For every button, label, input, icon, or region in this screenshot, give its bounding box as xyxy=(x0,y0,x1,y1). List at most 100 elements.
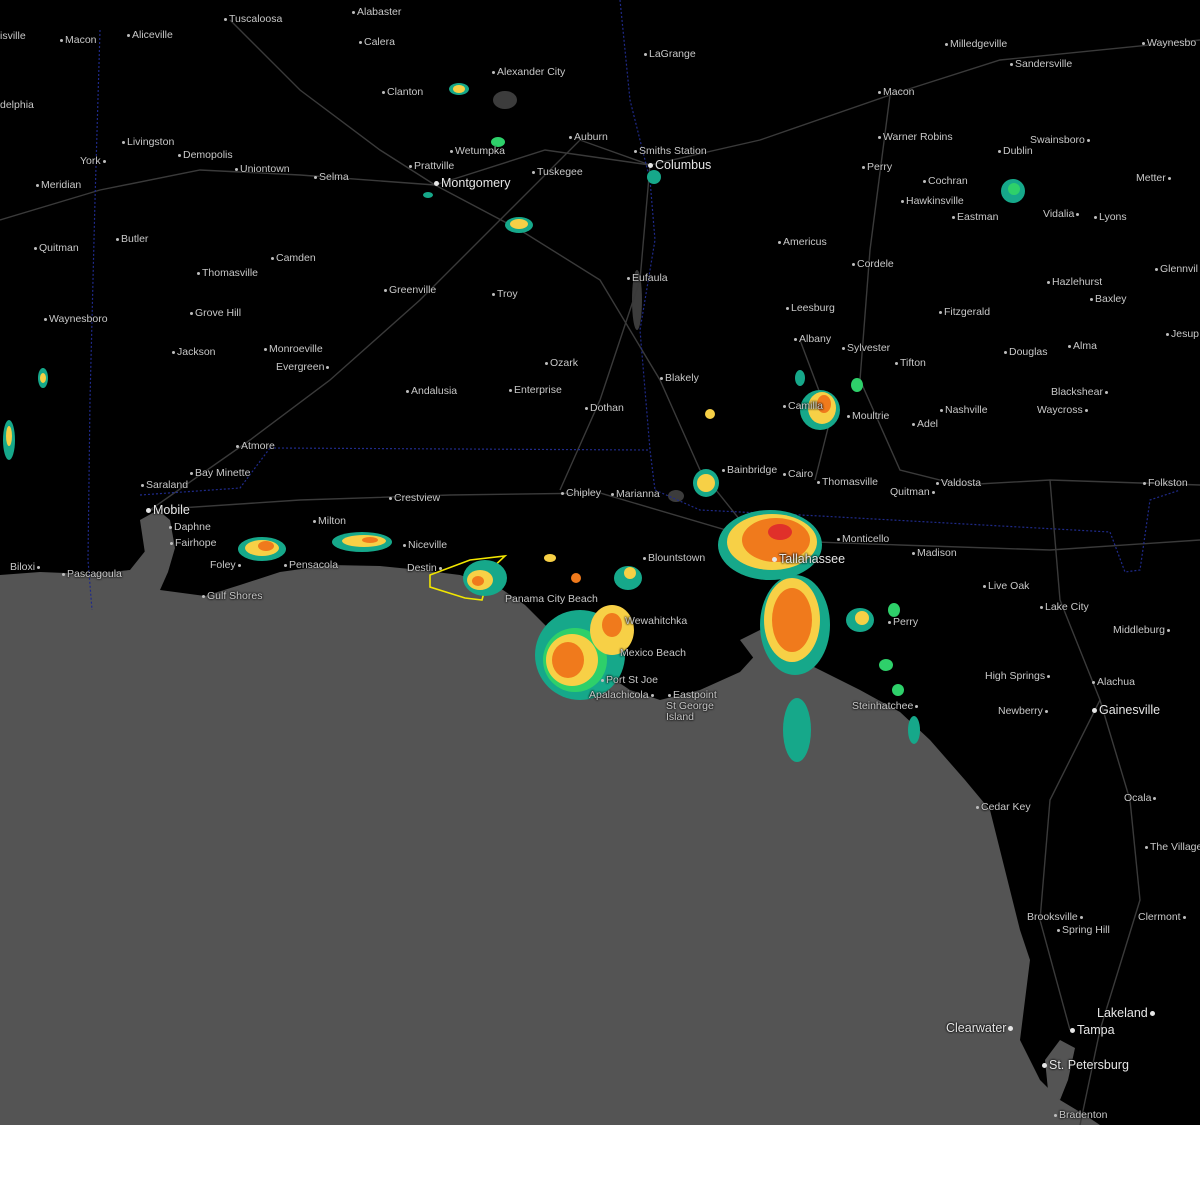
city-label: Smiths Station xyxy=(632,145,707,157)
city-label: Lake City xyxy=(1038,601,1089,613)
city-label: Adel xyxy=(910,418,938,430)
city-label: Gainesville xyxy=(1090,703,1160,717)
city-label: Alma xyxy=(1066,340,1097,352)
city-label: Tuskegee xyxy=(530,166,583,178)
city-label: Dothan xyxy=(583,402,624,414)
city-label: Nashville xyxy=(938,404,988,416)
city-label: Prattville xyxy=(407,160,454,172)
city-label: Meridian xyxy=(34,179,81,191)
city-label: Marianna xyxy=(609,488,660,500)
city-label: Macon xyxy=(876,86,915,98)
city-label: Panama City Beach xyxy=(505,593,598,605)
city-label: Crestview xyxy=(387,492,440,504)
city-label: Lyons xyxy=(1092,211,1127,223)
city-label: Columbus xyxy=(646,158,711,172)
city-label: Perry xyxy=(860,161,892,173)
city-label: Ozark xyxy=(543,357,578,369)
city-label: Thomasville xyxy=(815,476,878,488)
city-label: Albany xyxy=(792,333,831,345)
city-label: Livingston xyxy=(120,136,174,148)
lake-martin xyxy=(493,91,517,109)
city-label: Chipley xyxy=(559,487,601,499)
city-label: Eastman xyxy=(950,211,998,223)
city-label: Alachua xyxy=(1090,676,1135,688)
city-label: Macon xyxy=(58,34,97,46)
city-label: Waynesbo xyxy=(1140,37,1196,49)
city-label: Cordele xyxy=(850,258,894,270)
city-label: Milledgeville xyxy=(943,38,1007,50)
city-label: Quitman xyxy=(32,242,79,254)
city-label: Milton xyxy=(311,515,346,527)
city-label: Newberry xyxy=(998,705,1050,717)
city-label: Calera xyxy=(357,36,395,48)
city-label: Live Oak xyxy=(981,580,1029,592)
city-label: Niceville xyxy=(401,539,447,551)
blank-footer xyxy=(0,1125,1200,1200)
city-label: Tuscaloosa xyxy=(222,13,282,25)
city-label: Blakely xyxy=(658,372,699,384)
city-label: Destin xyxy=(407,562,444,574)
city-label: Eufaula xyxy=(625,272,668,284)
city-label: Americus xyxy=(776,236,827,248)
city-label: Bradenton xyxy=(1052,1109,1107,1121)
city-label: Cedar Key xyxy=(974,801,1031,813)
city-label: Mexico Beach xyxy=(620,647,686,659)
city-label: Waycross xyxy=(1037,404,1090,416)
city-label: Auburn xyxy=(567,131,608,143)
city-label: Douglas xyxy=(1002,346,1048,358)
city-label: Dublin xyxy=(996,145,1033,157)
city-label: delphia xyxy=(0,99,34,111)
city-label: Clanton xyxy=(380,86,423,98)
city-label: Tampa xyxy=(1068,1023,1115,1037)
city-label: Apalachicola xyxy=(589,689,656,701)
city-label: Moultrie xyxy=(845,410,889,422)
city-label: Spring Hill xyxy=(1055,924,1110,936)
city-label: Brooksville xyxy=(1027,911,1085,923)
city-label: Butler xyxy=(114,233,148,245)
city-label: Tifton xyxy=(893,357,926,369)
city-label: Glennvil xyxy=(1153,263,1198,275)
city-label: Gulf Shores xyxy=(200,590,262,602)
storm-destin xyxy=(463,554,581,596)
city-label: Tallahassee xyxy=(770,552,845,566)
city-label: Foley xyxy=(210,559,243,571)
city-label: Leesburg xyxy=(784,302,835,314)
city-label: The Villages xyxy=(1143,841,1200,853)
city-label: Monroeville xyxy=(262,343,323,355)
city-label: Madison xyxy=(910,547,957,559)
city-label: Grove Hill xyxy=(188,307,241,319)
city-label: Pascagoula xyxy=(60,568,122,580)
city-label: Thomasville xyxy=(195,267,258,279)
city-label: St. Petersburg xyxy=(1040,1058,1129,1072)
city-label: Uniontown xyxy=(233,163,290,175)
city-label: Bainbridge xyxy=(720,464,777,476)
city-label: Alexander City xyxy=(490,66,565,78)
city-label: York xyxy=(80,155,108,167)
city-label: Valdosta xyxy=(934,477,981,489)
city-label: Ocala xyxy=(1124,792,1158,804)
city-label: Monticello xyxy=(835,533,889,545)
city-label: Fairhope xyxy=(168,537,216,549)
lake-seminole xyxy=(668,490,684,502)
city-label: Vidalia xyxy=(1043,208,1081,220)
city-label: Fitzgerald xyxy=(937,306,990,318)
city-label: Metter xyxy=(1136,172,1173,184)
city-label: Bay Minette xyxy=(188,467,250,479)
city-label: Daphne xyxy=(167,521,211,533)
city-label: Mobile xyxy=(144,503,190,517)
city-label: Cairo xyxy=(781,468,813,480)
radar-map[interactable]: isville Macon Aliceville Tuscaloosa Alab… xyxy=(0,0,1200,1125)
city-label: Andalusia xyxy=(404,385,457,397)
city-label: Aliceville xyxy=(125,29,173,41)
city-label: LaGrange xyxy=(642,48,696,60)
city-label: Biloxi xyxy=(10,561,42,573)
city-label: Montgomery xyxy=(432,176,510,190)
city-label: Hawkinsville xyxy=(899,195,964,207)
city-label: Sylvester xyxy=(840,342,890,354)
map-layers xyxy=(0,0,1200,1125)
city-label: Lakeland xyxy=(1097,1006,1157,1020)
city-label: Blountstown xyxy=(641,552,705,564)
city-label: Middleburg xyxy=(1113,624,1172,636)
city-label: Folkston xyxy=(1141,477,1188,489)
city-label: Blackshear xyxy=(1051,386,1110,398)
